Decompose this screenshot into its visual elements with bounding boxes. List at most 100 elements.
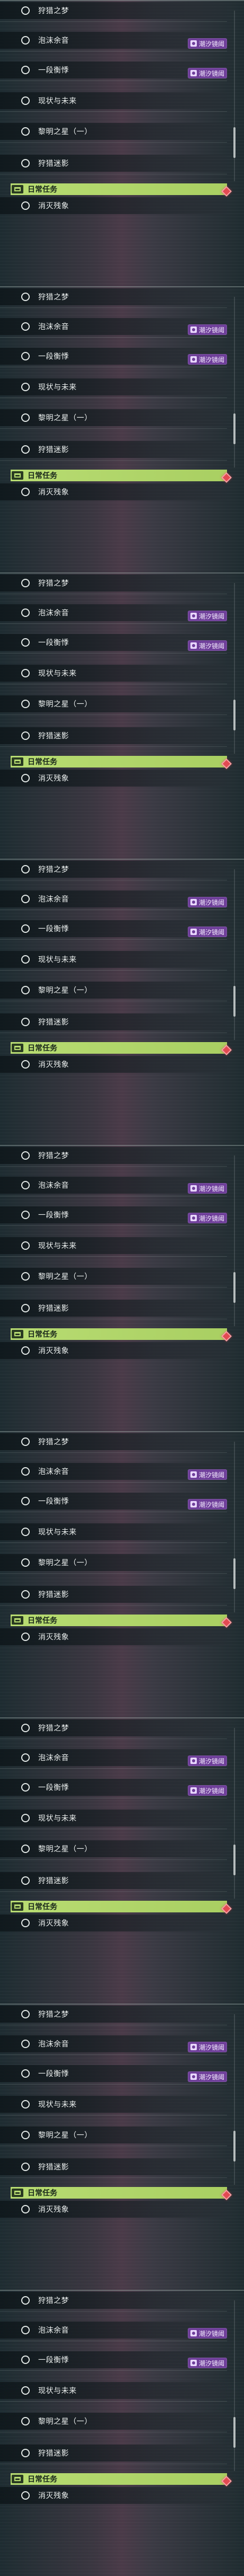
- mission-label: 狩猎之梦: [38, 1438, 69, 1446]
- mission-item[interactable]: 黎明之星（一）: [0, 982, 227, 999]
- calendar-icon: [12, 185, 23, 193]
- mission-item[interactable]: 狩猎迷影: [0, 727, 227, 744]
- mission-item[interactable]: 狩猎之梦: [0, 2006, 227, 2023]
- tide-mirror-icon: [190, 327, 197, 333]
- mission-label: 一段衡悸: [38, 66, 69, 75]
- mission-label: 狩猎之梦: [38, 866, 69, 874]
- scrollbar-thumb[interactable]: [233, 1845, 236, 1875]
- daily-tasks-header[interactable]: 日常任务: [11, 2473, 227, 2485]
- mission-label: 狩猎迷影: [38, 1018, 69, 1027]
- daily-task-label: 消灭残象: [38, 2206, 69, 2214]
- mission-item[interactable]: 狩猎迷影: [0, 441, 227, 458]
- daily-tasks-header[interactable]: 日常任务: [11, 1328, 227, 1340]
- mission-item[interactable]: 狩猎之梦: [0, 861, 227, 878]
- mission-item[interactable]: 狩猎之梦: [0, 1147, 227, 1164]
- mission-item[interactable]: 狩猎之梦: [0, 575, 227, 592]
- mission-item[interactable]: 狩猎迷影: [0, 2445, 227, 2462]
- scrollbar-thumb[interactable]: [233, 2131, 236, 2162]
- mission-item[interactable]: 狩猎之梦: [0, 288, 227, 305]
- mission-item[interactable]: 黎明之星（一）: [0, 1554, 227, 1571]
- daily-task-item[interactable]: 消灭残象: [0, 1056, 227, 1073]
- daily-task-item[interactable]: 消灭残象: [0, 2201, 227, 2218]
- daily-task-item[interactable]: 消灭残象: [0, 770, 227, 787]
- mission-item[interactable]: 狩猎迷影: [0, 2158, 227, 2175]
- mission-item[interactable]: 黎明之星（一）: [0, 1840, 227, 1857]
- mission-item[interactable]: 现状与未来: [0, 92, 227, 109]
- mission-panel: 狩猎之梦 泡沫余音 一段衡悸 潮汐镜阈 现状与未来 潮汐镜阈 黎明之星（一） 狩猎迷影 日常任务…: [0, 2004, 244, 2290]
- divider: [0, 1482, 227, 1483]
- region-tag-label: 潮汐镜阈: [198, 1471, 224, 1479]
- mission-item[interactable]: 狩猎之梦: [0, 1433, 227, 1450]
- tide-mirror-icon: [190, 2044, 197, 2050]
- mission-item[interactable]: 狩猎之梦: [0, 2292, 227, 2309]
- mission-item[interactable]: 狩猎之梦: [0, 1719, 227, 1736]
- divider: [0, 337, 227, 338]
- circle-icon: [21, 1633, 30, 1641]
- mission-item[interactable]: 狩猎迷影: [0, 155, 227, 172]
- circle-icon: [21, 2296, 30, 2305]
- scrollbar-thumb[interactable]: [233, 986, 236, 1017]
- mission-item[interactable]: 黎明之星（一）: [0, 409, 227, 426]
- mission-label: 泡沫余音: [38, 1468, 69, 1476]
- mission-item[interactable]: 黎明之星（一）: [0, 123, 227, 140]
- daily-tasks-header[interactable]: 日常任务: [11, 1042, 227, 1054]
- circle-icon: [21, 700, 30, 708]
- daily-tasks-header[interactable]: 日常任务: [11, 756, 227, 767]
- mission-item[interactable]: 狩猎迷影: [0, 1586, 227, 1603]
- mission-item[interactable]: 狩猎迷影: [0, 1013, 227, 1030]
- daily-task-item[interactable]: 消灭残象: [0, 483, 227, 500]
- scrollbar-thumb[interactable]: [233, 413, 236, 444]
- mission-item[interactable]: 现状与未来: [0, 2096, 227, 2113]
- daily-task-item[interactable]: 消灭残象: [0, 197, 227, 214]
- calendar-icon: [12, 1330, 23, 1338]
- daily-task-label: 消灭残象: [38, 202, 69, 210]
- circle-icon: [21, 865, 30, 874]
- calendar-icon: [12, 1616, 23, 1625]
- mission-item[interactable]: 黎明之星（一）: [0, 2413, 227, 2430]
- mission-item[interactable]: 现状与未来: [0, 1237, 227, 1254]
- scrollbar-thumb[interactable]: [233, 127, 236, 158]
- mission-item[interactable]: 狩猎迷影: [0, 1872, 227, 1889]
- daily-task-label: 消灭残象: [38, 1919, 69, 1928]
- daily-tasks-title: 日常任务: [28, 2189, 57, 2198]
- daily-task-item[interactable]: 消灭残象: [0, 2487, 227, 2504]
- divider: [0, 1891, 227, 1892]
- circle-icon: [21, 731, 30, 740]
- region-tag-label: 潮汐镜阈: [198, 1757, 224, 1765]
- mission-item[interactable]: 黎明之星（一）: [0, 695, 227, 712]
- daily-task-item[interactable]: 消灭残象: [0, 1915, 227, 1931]
- tide-mirror-icon: [190, 1787, 197, 1794]
- daily-tasks-header[interactable]: 日常任务: [11, 470, 227, 481]
- mission-label: 狩猎迷影: [38, 446, 69, 454]
- region-tag: 潮汐镜阈: [188, 1469, 227, 1480]
- circle-icon: [21, 2417, 30, 2425]
- mission-item[interactable]: 现状与未来: [0, 1810, 227, 1827]
- circle-icon: [21, 445, 30, 454]
- scrollbar-thumb[interactable]: [233, 2417, 236, 2448]
- scrollbar-thumb[interactable]: [233, 1558, 236, 1589]
- scrollbar-thumb[interactable]: [233, 700, 236, 730]
- circle-icon: [21, 1241, 30, 1250]
- mission-item[interactable]: 黎明之星（一）: [0, 1268, 227, 1285]
- divider: [0, 746, 227, 747]
- mission-label: 黎明之星（一）: [38, 1559, 92, 1567]
- mission-item[interactable]: 现状与未来: [0, 951, 227, 968]
- mission-item[interactable]: 狩猎之梦: [0, 2, 227, 19]
- circle-icon: [21, 293, 30, 301]
- circle-icon: [21, 986, 30, 994]
- mission-item[interactable]: 现状与未来: [0, 378, 227, 395]
- daily-tasks-header[interactable]: 日常任务: [11, 2187, 227, 2199]
- mission-item[interactable]: 黎明之星（一）: [0, 2127, 227, 2143]
- mission-item[interactable]: 现状与未来: [0, 1523, 227, 1540]
- daily-task-item[interactable]: 消灭残象: [0, 1628, 227, 1645]
- daily-task-label: 消灭残象: [38, 2492, 69, 2500]
- mission-item[interactable]: 现状与未来: [0, 2382, 227, 2399]
- daily-tasks-header[interactable]: 日常任务: [11, 1615, 227, 1626]
- daily-tasks-header[interactable]: 日常任务: [11, 1901, 227, 1912]
- mission-item[interactable]: 狩猎迷影: [0, 1300, 227, 1317]
- scrollbar-thumb[interactable]: [233, 1272, 236, 1303]
- region-tag-label: 潮汐镜阈: [198, 69, 224, 77]
- daily-tasks-header[interactable]: 日常任务: [11, 183, 227, 195]
- mission-item[interactable]: 现状与未来: [0, 665, 227, 682]
- daily-task-item[interactable]: 消灭残象: [0, 1342, 227, 1359]
